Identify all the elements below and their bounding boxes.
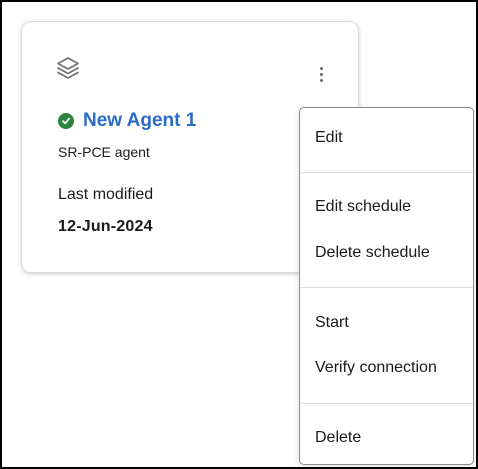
menu-item-delete-schedule[interactable]: Delete schedule bbox=[300, 235, 473, 271]
agent-type-label: SR-PCE agent bbox=[58, 144, 150, 160]
menu-item-delete[interactable]: Delete bbox=[300, 420, 473, 456]
layers-icon bbox=[55, 55, 81, 81]
menu-divider bbox=[300, 287, 473, 288]
last-modified-label: Last modified bbox=[58, 186, 154, 203]
context-menu: Edit Edit schedule Delete schedule Start… bbox=[299, 107, 474, 465]
screenshot-frame: New Agent 1 SR-PCE agent Last modified 1… bbox=[0, 0, 478, 469]
last-modified-value: 12-Jun-2024 bbox=[58, 218, 153, 235]
agent-title-row: New Agent 1 bbox=[58, 110, 196, 132]
menu-divider bbox=[300, 172, 473, 173]
menu-item-verify-connection[interactable]: Verify connection bbox=[300, 350, 473, 386]
kebab-menu-icon[interactable] bbox=[314, 62, 328, 86]
menu-item-edit-schedule[interactable]: Edit schedule bbox=[300, 189, 473, 225]
check-circle-icon bbox=[58, 113, 74, 129]
menu-divider bbox=[300, 403, 473, 404]
menu-item-start[interactable]: Start bbox=[300, 305, 473, 341]
agent-name-link[interactable]: New Agent 1 bbox=[83, 110, 196, 132]
menu-item-edit[interactable]: Edit bbox=[300, 120, 473, 156]
